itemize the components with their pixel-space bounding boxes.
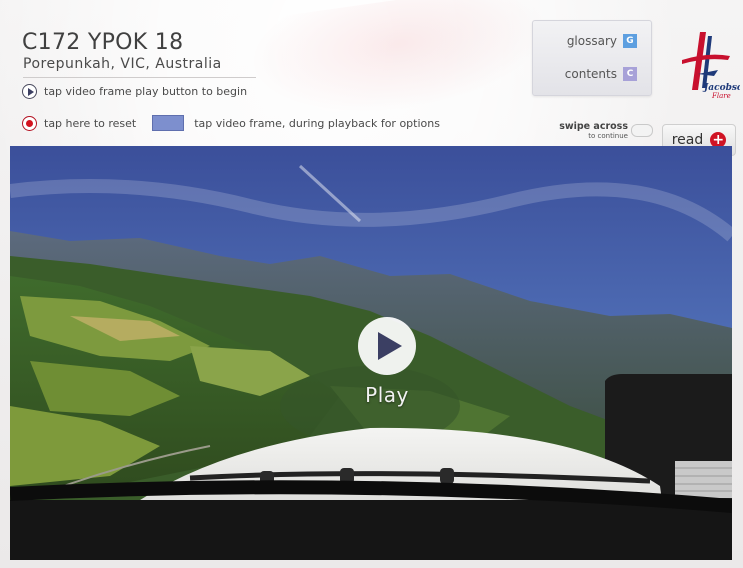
nav-panel: glossary G contents C: [532, 20, 652, 96]
play-hint-text: tap video frame play button to begin: [44, 85, 248, 98]
reset-row: tap here to reset tap video frame, durin…: [22, 115, 440, 131]
subtitle-divider: [23, 77, 256, 78]
page-subtitle: Porepunkah, VIC, Australia: [23, 56, 222, 72]
contents-link[interactable]: contents C: [565, 67, 637, 81]
background-watermark: [243, 0, 557, 131]
video-play-label: Play: [365, 383, 409, 407]
swipe-hint-line1: swipe across: [559, 121, 628, 132]
video-play-button[interactable]: [358, 317, 416, 375]
play-hint: tap video frame play button to begin: [22, 84, 247, 99]
swipe-toggle[interactable]: [631, 124, 653, 137]
play-hint-icon: [22, 84, 37, 99]
video-frame[interactable]: Play: [10, 146, 732, 560]
jacobson-flare-logo: Jacobson Flare: [682, 32, 740, 100]
reset-icon[interactable]: [22, 115, 37, 131]
page: C172 YPOK 18 Porepunkah, VIC, Australia …: [0, 0, 743, 568]
contents-badge-icon: C: [623, 67, 637, 81]
options-hint-text: tap video frame, during playback for opt…: [194, 116, 440, 130]
page-title: C172 YPOK 18: [22, 30, 184, 55]
glossary-label: glossary: [566, 34, 617, 48]
swipe-hint: swipe across to continue: [550, 122, 628, 141]
logo-text-line2: Flare: [711, 92, 731, 100]
glossary-badge-icon: G: [623, 34, 637, 48]
options-swatch-icon: [152, 115, 185, 131]
play-icon: [378, 332, 402, 360]
reset-link[interactable]: tap here to reset: [44, 117, 136, 130]
contents-label: contents: [564, 67, 617, 81]
swipe-hint-line2: to continue: [588, 132, 628, 140]
glossary-link[interactable]: glossary G: [567, 34, 637, 48]
